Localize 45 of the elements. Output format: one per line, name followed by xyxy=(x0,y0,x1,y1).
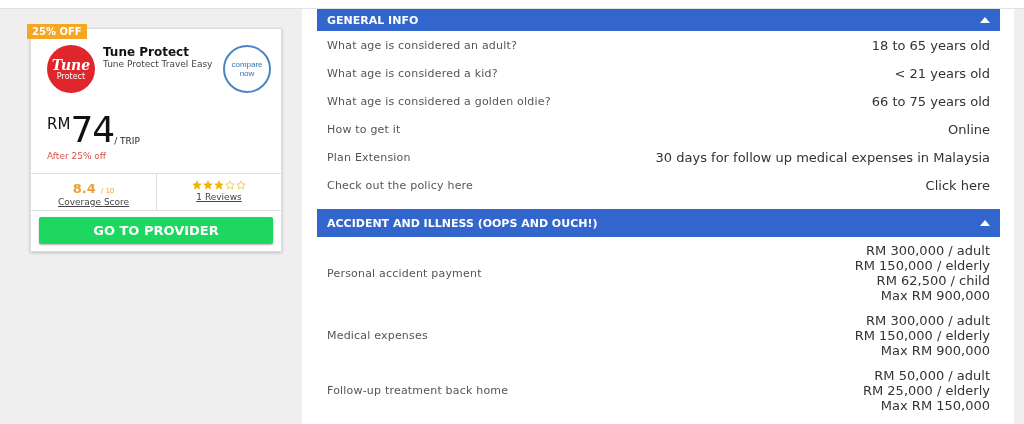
info-label: Plan Extension xyxy=(327,150,411,164)
discount-note: After 25% off xyxy=(46,150,108,163)
discount-badge: 25% OFF xyxy=(27,24,87,39)
info-value: RM 50,000 / adult xyxy=(874,368,990,383)
info-value: 30 days for follow up medical expenses in Malaysia xyxy=(655,149,990,165)
info-value: < 21 years old xyxy=(894,65,990,81)
info-label: What age is considered an adult? xyxy=(327,38,517,52)
info-value: 66 to 75 years old xyxy=(871,93,990,109)
score: 8.4 xyxy=(72,181,96,196)
info-value: 18 to 65 years old xyxy=(871,37,990,53)
info-label: Check out the policy here xyxy=(327,178,474,192)
price-unit: / TRIP xyxy=(114,136,140,146)
plan-name: Tune Protect Travel Easy xyxy=(103,59,214,70)
star-icon xyxy=(214,180,224,190)
info-label: Personal accident payment xyxy=(327,266,482,280)
star-icon xyxy=(192,180,202,190)
info-value: Max RM 900,000 xyxy=(880,288,990,303)
info-value: RM 150,000 / elderly xyxy=(854,328,990,343)
info-value: Max RM 150,000 xyxy=(880,398,990,413)
coverage-score-link[interactable]: Coverage Score xyxy=(57,197,130,207)
info-value: Online xyxy=(948,121,990,137)
brand-name: Tune Protect xyxy=(103,45,190,59)
compare-button[interactable]: compare now xyxy=(223,45,271,93)
info-label: Medical expenses xyxy=(327,329,428,342)
collapse-icon xyxy=(980,17,990,23)
info-value: Click here xyxy=(925,177,990,193)
brand-logo: Tune Protect xyxy=(47,45,95,93)
info-value: RM 25,000 / elderly xyxy=(862,383,990,398)
info-value: Max RM 900,000 xyxy=(880,343,990,358)
empty-star-icon xyxy=(236,180,246,190)
price: 74 xyxy=(70,111,115,149)
info-value: RM 300,000 / adult xyxy=(866,313,990,328)
currency: RM xyxy=(47,115,71,133)
info-label: What age is considered a kid? xyxy=(327,66,498,80)
info-value: RM 62,500 / child xyxy=(876,273,990,288)
star-icon xyxy=(203,180,213,190)
collapse-icon xyxy=(980,220,990,226)
info-label: How to get it xyxy=(327,122,401,136)
section-header[interactable]: GENERAL INFO xyxy=(317,9,1000,31)
reviews-link[interactable]: 1 Reviews xyxy=(196,192,242,202)
section-header[interactable]: ACCIDENT AND ILLNESS (OOPS AND OUCH!) xyxy=(317,209,1000,237)
info-label: Follow-up treatment back home xyxy=(327,384,509,397)
info-label: What age is considered a golden oldie? xyxy=(327,94,551,108)
info-value: RM 300,000 / adult xyxy=(866,243,990,258)
info-value: RM 150,000 / elderly xyxy=(854,258,990,273)
